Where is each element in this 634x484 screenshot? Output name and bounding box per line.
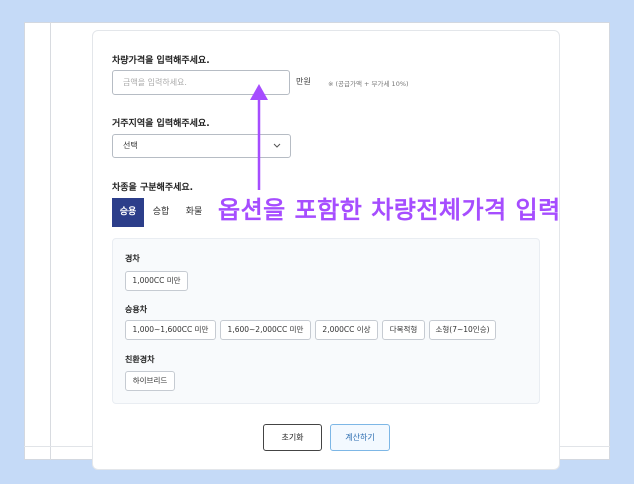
annotation-text: 옵션을 포함한 차량전체가격 입력 <box>218 196 561 224</box>
arrow-up-icon <box>250 84 268 190</box>
